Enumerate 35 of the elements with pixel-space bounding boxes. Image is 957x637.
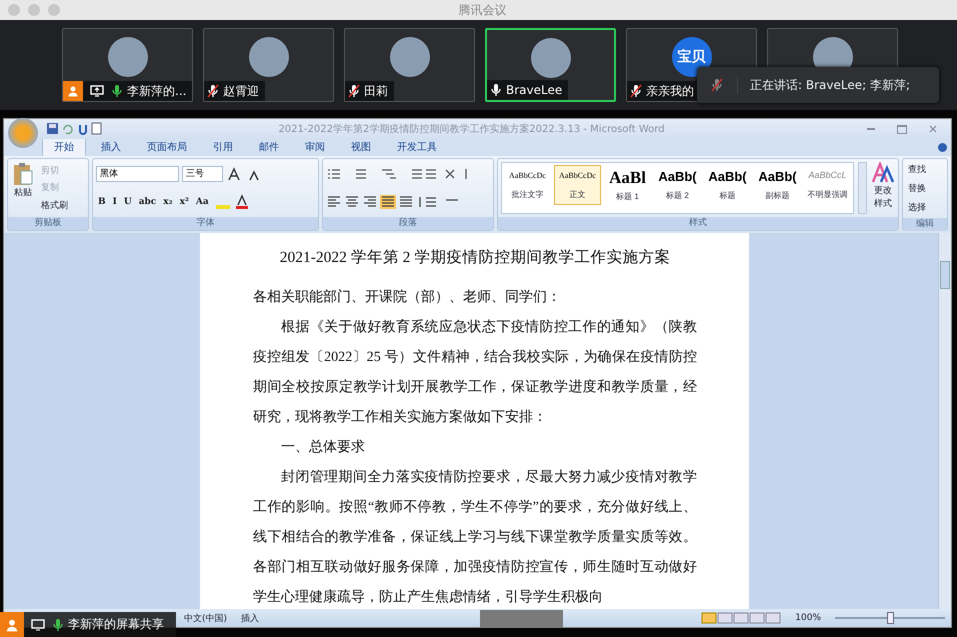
group-label: 字体 bbox=[93, 217, 318, 230]
group-label: 段落 bbox=[323, 217, 493, 230]
style-name: 标题 2 bbox=[666, 190, 689, 201]
style-preview: AaBb( bbox=[758, 169, 797, 184]
paragraph: 封闭管理期间全力落实疫情防控要求，尽最大努力减少疫情对教学工作的影响。按照“教师不停教，学生不停学”的要求，充分做好线上、线下相结合的教学准备，保证线上学习与线下课堂教学质量实质等效。各部门相互联动做好服务保障，加强疫情防控宣传，师生随时互动做好学生心理健康疏导，防止产生焦虑情绪，引导学生积极向 bbox=[253, 468, 697, 607]
share-text: 李新萍的屏幕共享 bbox=[68, 616, 164, 633]
document-heading: 2021-2022 学年第 2 学期疫情防控期间教学工作实施方案 bbox=[278, 248, 672, 268]
style-name: 批注文字 bbox=[512, 188, 544, 200]
paragraph: 一、总体要求 bbox=[280, 438, 366, 457]
style-name: 标题 1 bbox=[616, 191, 639, 202]
style-preview: AaBb( bbox=[708, 169, 747, 184]
style-name: 正文 bbox=[570, 188, 586, 200]
style-preview: AaBbCcDc bbox=[509, 170, 546, 180]
group-label: 剪贴板 bbox=[8, 217, 88, 230]
group-label: 样式 bbox=[498, 217, 898, 230]
participant-name: 田莉 bbox=[364, 82, 388, 100]
participant-name: 赵霄迎 bbox=[223, 82, 259, 100]
speaking-text: 正在讲话: BraveLee; 李新萍; bbox=[737, 76, 910, 94]
style-preview: AaBl bbox=[609, 168, 646, 188]
style-name: 副标题 bbox=[766, 190, 790, 201]
paragraph: 根据《关于做好教育系统应急状态下疫情防控工作的通知》（陕教疫控组发〔2022〕25 号）文件精神，结合我校实际，为确保在疫情防控期间全校按原定教学计划开展教学工作，保证教学进度和教学质量，经研究，现将教学工作相关实施方案做如下安排： bbox=[253, 318, 697, 427]
style-name: 不明显强调 bbox=[808, 188, 848, 200]
avatar: 宝贝 bbox=[672, 37, 712, 77]
group-label: 编辑 bbox=[903, 218, 947, 231]
style-name: 标题 bbox=[720, 190, 736, 201]
participant-name: BraveLee bbox=[506, 83, 562, 97]
zoom-level: 100% bbox=[795, 613, 821, 623]
style-preview: AaBb( bbox=[658, 169, 697, 184]
paragraph: 各相关职能部门、开课院（部）、老师、同学们： bbox=[253, 288, 562, 307]
style-preview: AaBbCcDc bbox=[559, 170, 596, 180]
window-title: 腾讯会议 bbox=[458, 2, 508, 18]
style-preview: AaBbCcL bbox=[808, 170, 847, 180]
participant-name: 李新萍的... bbox=[127, 82, 186, 100]
document-title: 2021-2022学年第2学期疫情防控期间教学工作实施方案2022.3.13 - Microsoft Word bbox=[277, 122, 666, 136]
participant-name: 亲亲我的 bbox=[646, 82, 694, 100]
